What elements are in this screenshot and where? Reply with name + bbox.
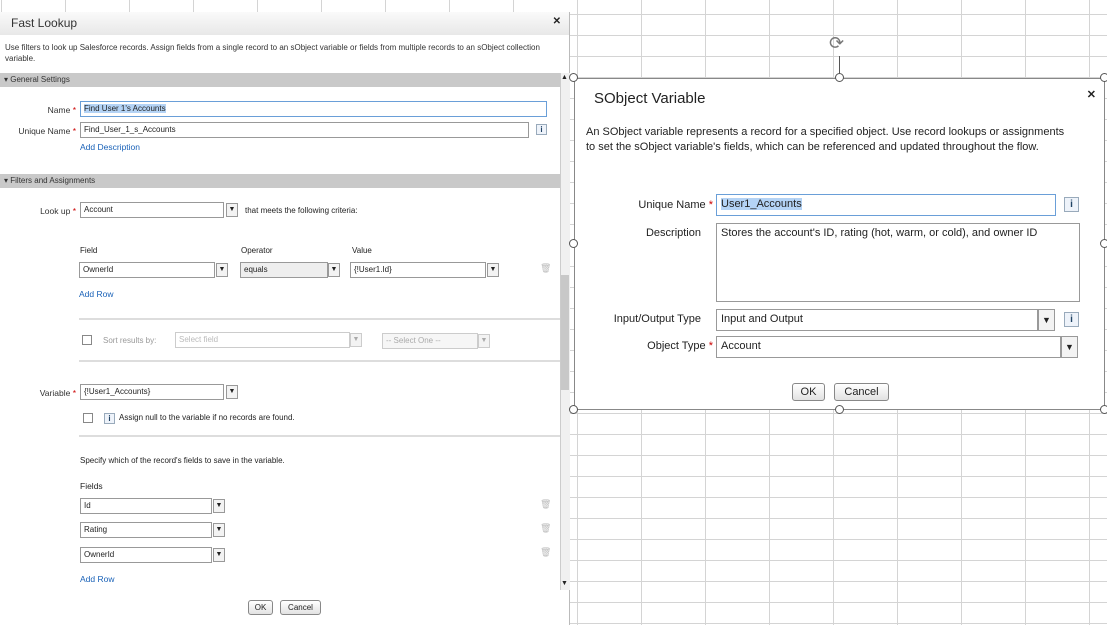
section-title: Filters and Assignments bbox=[10, 176, 96, 185]
section-filters-assignments[interactable]: ▾ Filters and Assignments bbox=[0, 174, 560, 188]
scroll-down-icon[interactable]: ▼ bbox=[561, 580, 568, 587]
resize-handle[interactable] bbox=[569, 405, 578, 414]
dialog-title: Fast Lookup bbox=[0, 12, 569, 35]
criteria-text: that meets the following criteria: bbox=[245, 206, 358, 215]
sort-order-select[interactable]: -- Select One -- bbox=[382, 333, 478, 349]
chevron-down-icon[interactable]: ▼ bbox=[478, 334, 490, 348]
filter-value-input[interactable]: {!User1.Id} bbox=[350, 262, 486, 278]
variable-label: Variable * bbox=[39, 388, 76, 398]
unique-name-label: Unique Name * bbox=[18, 126, 76, 136]
name-input[interactable]: Find User 1's Accounts bbox=[80, 101, 547, 117]
dialog-description: Use filters to look up Salesforce record… bbox=[5, 43, 540, 63]
add-field-row-link[interactable]: Add Row bbox=[80, 574, 115, 584]
resize-handle[interactable] bbox=[835, 73, 844, 82]
chevron-down-icon[interactable]: ▼ bbox=[213, 548, 225, 562]
resize-handle[interactable] bbox=[569, 239, 578, 248]
chevron-down-icon[interactable]: ▼ bbox=[216, 263, 228, 277]
add-description-link[interactable]: Add Description bbox=[80, 142, 140, 152]
cancel-button[interactable]: Cancel bbox=[280, 600, 321, 615]
chevron-down-icon[interactable]: ▼ bbox=[1038, 309, 1055, 331]
divider bbox=[79, 435, 560, 437]
chevron-down-icon[interactable]: ▼ bbox=[350, 333, 362, 347]
close-icon[interactable]: ✕ bbox=[1087, 88, 1096, 101]
col-value: Value bbox=[352, 246, 372, 255]
lookup-label: Look up * bbox=[40, 206, 76, 216]
dialog-description: An SObject variable represents a record … bbox=[586, 126, 1065, 153]
col-operator: Operator bbox=[241, 246, 273, 255]
unique-name-input[interactable]: User1_Accounts bbox=[716, 194, 1056, 216]
fast-lookup-dialog: Fast Lookup ✕ Use filters to look up Sal… bbox=[0, 12, 570, 625]
info-icon[interactable]: i bbox=[1064, 312, 1079, 327]
trash-icon[interactable]: 🗑 bbox=[540, 499, 551, 510]
description-textarea[interactable]: Stores the account's ID, rating (hot, wa… bbox=[716, 223, 1080, 302]
chevron-down-icon[interactable]: ▼ bbox=[213, 523, 225, 537]
close-icon[interactable]: ✕ bbox=[553, 16, 561, 27]
info-icon[interactable]: i bbox=[536, 124, 547, 135]
assign-null-label: Assign null to the variable if no record… bbox=[119, 413, 295, 422]
fields-label: Fields bbox=[80, 481, 103, 491]
unique-name-input[interactable]: Find_User_1_s_Accounts bbox=[80, 122, 529, 138]
assign-null-checkbox[interactable] bbox=[83, 413, 93, 423]
chevron-down-icon[interactable]: ▼ bbox=[226, 385, 238, 399]
scrollbar-thumb[interactable] bbox=[561, 275, 569, 390]
divider bbox=[79, 318, 560, 320]
resize-handle[interactable] bbox=[1100, 239, 1107, 248]
object-type-label: Object Type * bbox=[647, 340, 713, 352]
description-label: Description bbox=[645, 227, 701, 239]
io-type-select[interactable]: Input and Output bbox=[716, 309, 1038, 331]
name-label: Name * bbox=[47, 105, 76, 115]
trash-icon[interactable]: 🗑 bbox=[540, 547, 551, 558]
filter-operator-select[interactable]: equals bbox=[240, 262, 328, 278]
fields-instruction: Specify which of the record's fields to … bbox=[80, 456, 285, 465]
object-type-select[interactable]: Account bbox=[716, 336, 1061, 358]
info-icon[interactable]: i bbox=[104, 413, 115, 424]
filter-field-select[interactable]: OwnerId bbox=[79, 262, 215, 278]
field-select[interactable]: Rating bbox=[80, 522, 212, 538]
chevron-down-icon[interactable]: ▼ bbox=[226, 203, 238, 217]
chevron-down-icon[interactable]: ▼ bbox=[487, 263, 499, 277]
trash-icon[interactable]: 🗑 bbox=[540, 523, 551, 534]
divider bbox=[79, 360, 560, 362]
field-select[interactable]: OwnerId bbox=[80, 547, 212, 563]
scroll-up-icon[interactable]: ▲ bbox=[561, 74, 568, 81]
chevron-down-icon[interactable]: ▼ bbox=[213, 499, 225, 513]
dialog-title: SObject Variable bbox=[594, 90, 706, 107]
variable-select[interactable]: {!User1_Accounts} bbox=[80, 384, 224, 400]
resize-handle[interactable] bbox=[569, 73, 578, 82]
add-row-link[interactable]: Add Row bbox=[79, 289, 114, 299]
resize-handle[interactable] bbox=[1100, 73, 1107, 82]
sort-field-select[interactable]: Select field bbox=[175, 332, 350, 348]
unique-name-label: Unique Name * bbox=[638, 199, 713, 211]
trash-icon[interactable]: 🗑 bbox=[540, 263, 551, 274]
section-general-settings[interactable]: ▾ General Settings bbox=[0, 73, 560, 87]
ok-button[interactable]: OK bbox=[248, 600, 273, 615]
chevron-down-icon[interactable]: ▼ bbox=[328, 263, 340, 277]
io-type-label: Input/Output Type bbox=[613, 313, 701, 325]
field-select[interactable]: Id bbox=[80, 498, 212, 514]
sort-checkbox[interactable] bbox=[82, 335, 92, 345]
lookup-object-select[interactable]: Account bbox=[80, 202, 224, 218]
resize-handle[interactable] bbox=[835, 405, 844, 414]
cancel-button[interactable]: Cancel bbox=[834, 383, 889, 401]
info-icon[interactable]: i bbox=[1064, 197, 1079, 212]
sobject-variable-dialog: SObject Variable ✕ An SObject variable r… bbox=[574, 78, 1105, 410]
rotate-icon[interactable]: ⟳ bbox=[829, 33, 844, 54]
resize-handle[interactable] bbox=[1100, 405, 1107, 414]
col-field: Field bbox=[80, 246, 98, 255]
ok-button[interactable]: OK bbox=[792, 383, 825, 401]
sort-label: Sort results by: bbox=[103, 336, 157, 345]
chevron-down-icon[interactable]: ▼ bbox=[1061, 336, 1078, 358]
section-title: General Settings bbox=[10, 75, 70, 84]
